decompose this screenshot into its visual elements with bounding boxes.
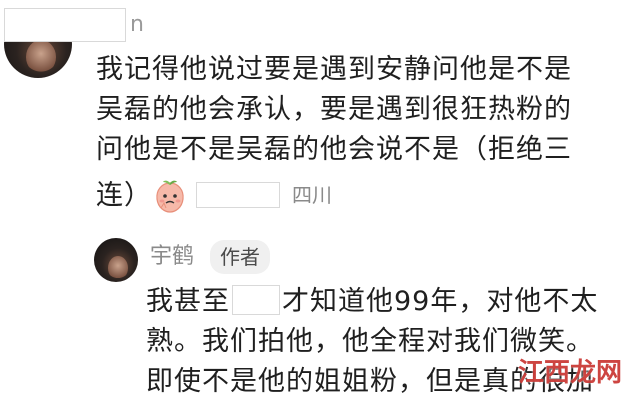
comment-text: 我记得他说过要是遇到安静问他是不是 吴磊的他会承认，要是遇到很狂热粉的 问他是不… — [96, 50, 616, 170]
comment-location: 四川 — [292, 183, 332, 207]
reply-line-start: 我甚至 — [146, 286, 230, 317]
comment-last-line: 连） — [96, 180, 152, 211]
avatar-face — [26, 40, 56, 74]
author-badge: 作者 — [210, 240, 270, 274]
site-watermark: 江西龙网 — [517, 358, 622, 388]
comment-line: 吴磊的他会承认，要是遇到很狂热粉的 — [96, 94, 572, 125]
comment-line: 问他是不是吴磊的他会说不是（拒绝三 — [96, 134, 572, 165]
redacted-timestamp — [196, 182, 280, 208]
avatar-face — [108, 256, 128, 280]
reply-line: 我甚至 才知道他99年，对他不太 — [146, 282, 616, 322]
author-avatar[interactable] — [94, 238, 138, 282]
username-suffix[interactable]: n — [130, 10, 144, 40]
redacted-username — [4, 8, 126, 42]
reply-line-end: 才知道他99年，对他不太 — [282, 286, 599, 317]
redacted-date — [232, 285, 280, 315]
peach-face-sticker-icon — [156, 180, 184, 213]
comment-line: 我记得他说过要是遇到安静问他是不是 — [96, 54, 572, 85]
reply-username[interactable]: 宇鹤 — [150, 242, 194, 272]
